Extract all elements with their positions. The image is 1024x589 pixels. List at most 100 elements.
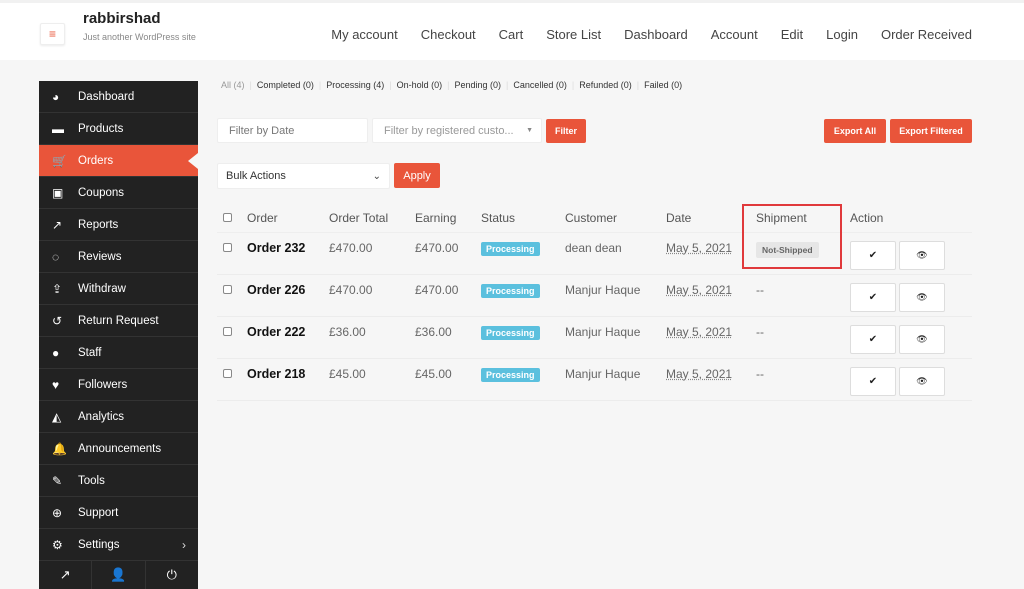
status-filter-on-hold[interactable]: On-hold (0) (397, 80, 443, 90)
nav-link-login[interactable]: Login (826, 27, 858, 42)
row-checkbox[interactable] (223, 369, 232, 378)
row-checkbox-cell (217, 283, 247, 297)
menu-toggle-button[interactable]: ≡ (40, 23, 65, 45)
row-checkbox[interactable] (223, 327, 232, 336)
sidebar-item-announcements[interactable]: 🔔 Announcements (39, 433, 198, 465)
select-all-checkbox[interactable] (223, 212, 232, 222)
sidebar-item-support[interactable]: ⊕ Support (39, 497, 198, 529)
power-icon[interactable]: ⏻ (146, 561, 198, 589)
order-link[interactable]: Order 232 (247, 241, 305, 255)
status-filter-processing[interactable]: Processing (4) (326, 80, 384, 90)
nav-link-order-received[interactable]: Order Received (881, 27, 972, 42)
export-filtered-button[interactable]: Export Filtered (890, 119, 972, 143)
sidebar-item-label: Products (78, 122, 124, 135)
bulk-actions-value: Bulk Actions (226, 170, 286, 182)
sidebar-item-settings[interactable]: ⚙ Settings › (39, 529, 198, 561)
nav-link-edit[interactable]: Edit (781, 27, 803, 42)
view-order-button[interactable]: 👁 (899, 241, 945, 270)
sidebar-item-analytics[interactable]: ◭ Analytics (39, 401, 198, 433)
site-title[interactable]: rabbirshad (83, 10, 161, 27)
bulk-actions-select[interactable]: Bulk Actions ⌄ (217, 163, 390, 189)
status-filter-refunded[interactable]: Refunded (0) (579, 80, 632, 90)
nav-link-store-list[interactable]: Store List (546, 27, 601, 42)
orders-main: All (4) | Completed (0) | Processing (4) | On-… (217, 80, 972, 401)
separator: | (506, 80, 509, 90)
nav-link-account[interactable]: Account (711, 27, 758, 42)
sidebar-item-orders[interactable]: 🛒 Orders (39, 145, 198, 177)
row-checkbox[interactable] (223, 285, 232, 294)
col-earning: Earning (415, 210, 457, 225)
sidebar-item-products[interactable]: ▬ Products (39, 113, 198, 145)
col-action: Action (850, 210, 884, 225)
dashboard-icon: ◕ (52, 89, 60, 104)
mark-complete-button[interactable]: ✔ (850, 325, 896, 354)
table-row: Order 226 £470.00 £470.00 Processing Manjur … (217, 275, 972, 317)
order-link[interactable]: Order 222 (247, 325, 305, 339)
status-badge: Processing (481, 368, 540, 382)
sidebar-item-label: Settings (78, 538, 120, 551)
nav-link-cart[interactable]: Cart (499, 27, 524, 42)
filter-customer-placeholder: Filter by registered custo... (384, 124, 514, 137)
order-link[interactable]: Order 226 (247, 283, 305, 297)
order-date: May 5, 2021 (666, 283, 733, 297)
sidebar-item-reports[interactable]: ↗ Reports (39, 209, 198, 241)
status-badge: Processing (481, 284, 540, 298)
sidebar-item-reviews[interactable]: ◌ Reviews (39, 241, 198, 273)
undo-icon: ↺ (52, 313, 63, 328)
filter-date-input[interactable]: Filter by Date (217, 118, 368, 143)
sidebar-item-label: Announcements (78, 442, 162, 455)
view-order-button[interactable]: 👁 (899, 367, 945, 396)
status-cell: Processing (481, 283, 565, 298)
hamburger-icon: ≡ (48, 27, 56, 41)
sidebar-item-withdraw[interactable]: ⇪ Withdraw (39, 273, 198, 305)
sidebar-item-dashboard[interactable]: ◕ Dashboard (39, 81, 198, 113)
nav-link-my-account[interactable]: My account (331, 27, 397, 42)
mark-complete-button[interactable]: ✔ (850, 283, 896, 312)
gift-icon: ▣ (52, 185, 64, 200)
sidebar-item-label: Withdraw (78, 282, 126, 295)
wrench-icon: ✎ (52, 473, 63, 488)
sidebar-item-tools[interactable]: ✎ Tools (39, 465, 198, 497)
nav-link-checkout[interactable]: Checkout (421, 27, 476, 42)
earning: £470.00 (415, 241, 459, 255)
table-header: Order Order Total Earning Status Custome… (217, 203, 972, 233)
sidebar-item-label: Support (78, 506, 119, 519)
order-cell: Order 222 (247, 325, 329, 339)
sidebar-item-followers[interactable]: ♥ Followers (39, 369, 198, 401)
filter-button[interactable]: Filter (546, 119, 586, 143)
order-date: May 5, 2021 (666, 325, 733, 339)
external-link-icon[interactable]: ↗ (39, 561, 93, 589)
nav-link-dashboard[interactable]: Dashboard (624, 27, 688, 42)
filter-bar: Filter by Date Filter by registered cust… (217, 118, 972, 144)
apply-button[interactable]: Apply (394, 163, 440, 188)
status-filter-pending[interactable]: Pending (0) (454, 80, 501, 90)
sidebar-item-coupons[interactable]: ▣ Coupons (39, 177, 198, 209)
shipment-cell: Not-Shipped (756, 241, 850, 258)
col-order[interactable]: Order (247, 211, 329, 225)
status-filter-completed[interactable]: Completed (0) (257, 80, 314, 90)
action-buttons: ✔ 👁 (850, 283, 972, 312)
user-icon[interactable]: 👤 (92, 561, 146, 589)
status-filter-failed[interactable]: Failed (0) (644, 80, 682, 90)
row-checkbox[interactable] (223, 243, 232, 252)
order-total: £36.00 (329, 325, 366, 339)
export-all-button[interactable]: Export All (824, 119, 886, 143)
check-icon: ✔ (868, 376, 878, 387)
earning: £36.00 (415, 325, 452, 339)
sidebar-item-return-request[interactable]: ↺ Return Request (39, 305, 198, 337)
filter-customer-select[interactable]: Filter by registered custo... ▼ (372, 118, 542, 143)
mark-complete-button[interactable]: ✔ (850, 367, 896, 396)
view-order-button[interactable]: 👁 (899, 325, 945, 354)
table-row: Order 218 £45.00 £45.00 Processing Manjur Ha… (217, 359, 972, 401)
heart-icon: ♥ (52, 377, 60, 392)
action-cell: ✔ 👁 (850, 325, 972, 354)
customer-name: Manjur Haque (565, 367, 641, 381)
mark-complete-button[interactable]: ✔ (850, 241, 896, 270)
status-filter-all[interactable]: All (4) (221, 80, 245, 90)
line-chart-icon: ↗ (52, 217, 63, 232)
order-link[interactable]: Order 218 (247, 367, 305, 381)
view-order-button[interactable]: 👁 (899, 283, 945, 312)
row-checkbox-cell (217, 367, 247, 381)
status-filter-cancelled[interactable]: Cancelled (0) (513, 80, 567, 90)
sidebar-item-staff[interactable]: ● Staff (39, 337, 198, 369)
